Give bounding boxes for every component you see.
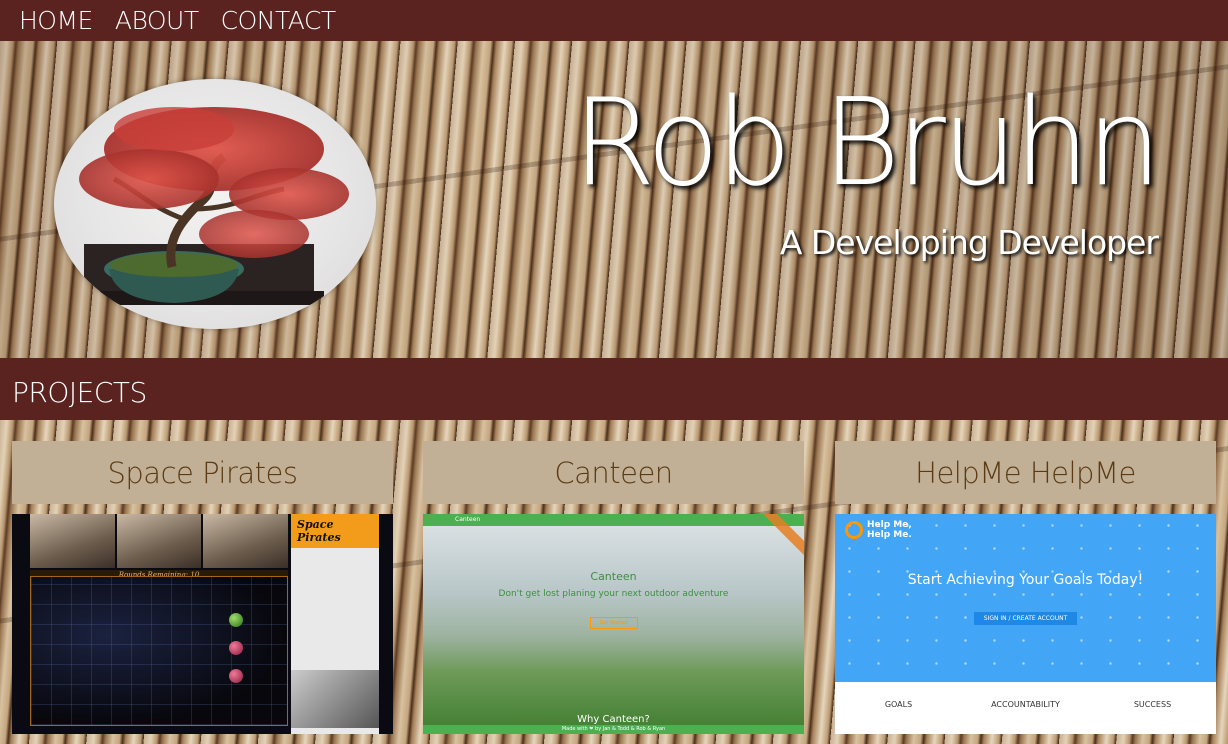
helpme-hero: Help Me, Help Me. Start Achieving Your G… xyxy=(835,514,1216,682)
feature-title: GOALS xyxy=(884,700,913,709)
chat-panel: Space Pirates xyxy=(291,514,379,734)
feature-column: GOALS xyxy=(844,700,954,720)
planet-icon xyxy=(229,613,243,627)
video-feed xyxy=(30,514,115,568)
feature-desc xyxy=(844,714,954,720)
projects-section: Space Pirates Rounds Remaining: 10 Space… xyxy=(0,420,1228,744)
video-feed xyxy=(203,514,289,568)
planet-icon xyxy=(229,669,243,683)
project-card-space-pirates[interactable]: Space Pirates Rounds Remaining: 10 Space… xyxy=(12,441,393,744)
game-board xyxy=(30,576,288,726)
helpme-headline: Start Achieving Your Goals Today! xyxy=(907,572,1144,588)
canteen-tagline: Don't get lost planing your next outdoor… xyxy=(498,589,729,599)
nav-about-link[interactable]: ABOUT xyxy=(115,0,199,41)
video-feed xyxy=(291,670,379,728)
app-title: Space Pirates xyxy=(291,514,379,548)
project-title[interactable]: HelpMe HelpMe xyxy=(835,441,1216,504)
project-card-helpme[interactable]: HelpMe HelpMe Help Me, Help Me. Start Ac… xyxy=(835,441,1216,744)
project-screenshot[interactable]: Help Me, Help Me. Start Achieving Your G… xyxy=(835,514,1216,734)
helpme-logo: Help Me, Help Me. xyxy=(845,520,917,540)
projects-header: PROJECTS xyxy=(0,358,1228,420)
project-title[interactable]: Space Pirates xyxy=(12,441,393,504)
hero-banner: Rob Bruhn A Developing Developer xyxy=(0,41,1228,358)
canteen-section-heading: Why Canteen? xyxy=(577,714,650,725)
site-subtitle: A Developing Developer xyxy=(779,223,1159,262)
nav-home-link[interactable]: HOME xyxy=(19,0,93,41)
video-feed xyxy=(116,514,202,568)
bonsai-tree-image xyxy=(74,107,349,305)
feature-column: ACCOUNTABILITY xyxy=(971,700,1081,720)
project-title[interactable]: Canteen xyxy=(423,441,804,504)
bonsai-avatar xyxy=(54,79,376,329)
video-feeds xyxy=(30,514,289,568)
projects-heading: PROJECTS xyxy=(12,376,147,409)
helpme-logo-text: Help Me, Help Me. xyxy=(867,520,912,540)
helpme-features: GOALS ACCOUNTABILITY SUCCESS xyxy=(835,700,1216,720)
feature-desc xyxy=(1098,714,1208,720)
main-nav: HOME ABOUT CONTACT xyxy=(0,0,1228,41)
speech-bubble-icon xyxy=(845,521,863,539)
project-screenshot[interactable]: Rounds Remaining: 10 Space Pirates xyxy=(12,514,393,734)
feature-title: SUCCESS xyxy=(1133,700,1172,709)
sign-in-button: SIGN IN / CREATE ACCOUNT xyxy=(974,612,1077,625)
feature-column: SUCCESS xyxy=(1098,700,1208,720)
site-title: Rob Bruhn xyxy=(572,74,1162,213)
get-started-button: Get Started xyxy=(590,617,638,629)
feature-desc xyxy=(971,714,1081,720)
project-card-canteen[interactable]: Canteen Canteen Canteen Don't get lost p… xyxy=(423,441,804,744)
nav-contact-link[interactable]: CONTACT xyxy=(221,0,337,41)
project-screenshot[interactable]: Canteen Canteen Don't get lost planing y… xyxy=(423,514,804,734)
canteen-nav: Canteen xyxy=(423,514,804,526)
planet-icon xyxy=(229,641,243,655)
feature-title: ACCOUNTABILITY xyxy=(991,700,1060,709)
canteen-footer: Made with ❤ by Jan & Todd & Rob & Ryan xyxy=(423,725,804,734)
canteen-headline: Canteen xyxy=(590,570,637,583)
